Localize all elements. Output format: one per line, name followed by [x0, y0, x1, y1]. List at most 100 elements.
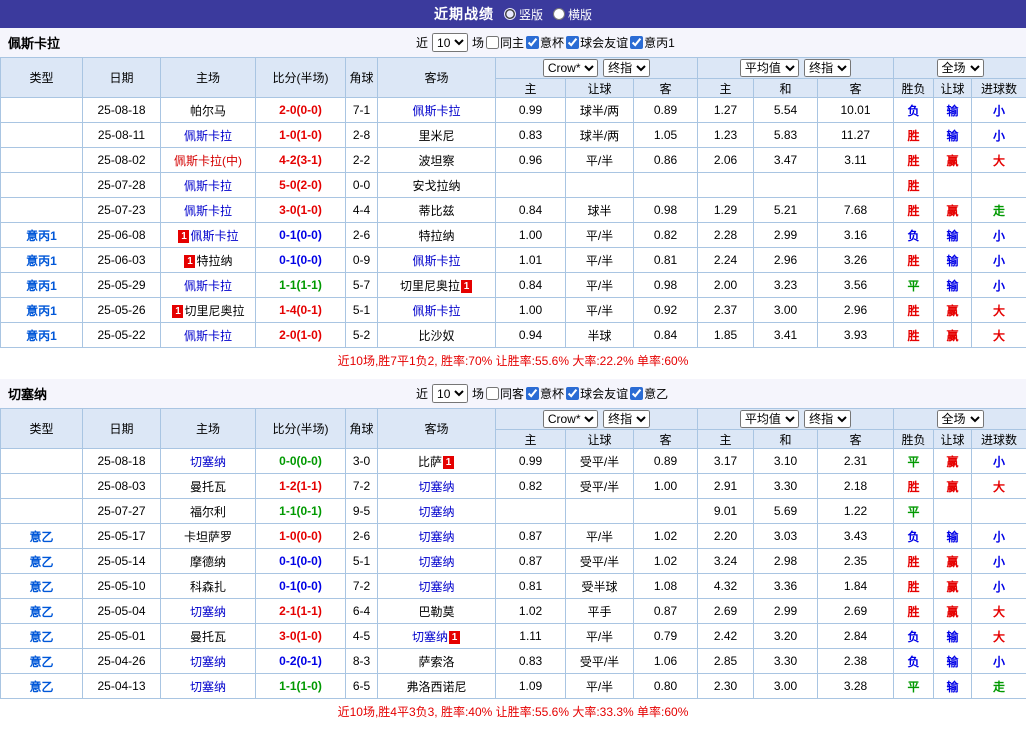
asia-odds-time-select[interactable]: 终指: [603, 59, 650, 77]
league-filter-option[interactable]: 意乙: [630, 385, 668, 402]
score-cell: 0-2(0-1): [256, 649, 346, 674]
euro-away-odds: 3.43: [818, 524, 894, 549]
section-team-name: 佩斯卡拉: [8, 33, 60, 52]
score-cell: 0-1(0-0): [256, 549, 346, 574]
euro-home-odds: 2.24: [698, 248, 754, 273]
asia-odds-source-select[interactable]: Crow*: [543, 410, 598, 428]
scope-select[interactable]: 全场: [937, 59, 984, 77]
euro-odds-time-select[interactable]: 终指: [804, 410, 851, 428]
asia-home-odds: 1.00: [496, 223, 566, 248]
team-name: 曼托瓦: [190, 480, 226, 494]
euro-odds-source-select[interactable]: 平均值: [740, 410, 799, 428]
matches-tbody: 意杯25-08-18切塞纳0-0(0-0)3-0比萨10.99受平/半0.893…: [1, 449, 1026, 699]
col-header-home: 主场: [161, 409, 256, 449]
match-row: 意乙25-04-26切塞纳0-2(0-1)8-3萨索洛0.83受平/半1.062…: [1, 649, 1026, 674]
scope-select[interactable]: 全场: [937, 410, 984, 428]
asia-home-odds: 0.84: [496, 198, 566, 223]
home-team-cell: 曼托瓦: [161, 474, 256, 499]
asia-away-odds: 0.89: [634, 449, 698, 474]
match-row: 意杯25-08-18切塞纳0-0(0-0)3-0比萨10.99受平/半0.893…: [1, 449, 1026, 474]
league-filter-option[interactable]: 意丙1: [630, 34, 675, 51]
team-name: 切塞纳: [190, 680, 226, 694]
euro-away-odds: 3.28: [818, 674, 894, 699]
same-venue-checkbox[interactable]: [486, 387, 499, 400]
filter-bar: 近 10 场 同客 意杯球会友谊意乙: [416, 379, 668, 408]
euro-home-odds: 2.00: [698, 273, 754, 298]
same-venue-filter[interactable]: 同客: [486, 385, 524, 402]
euro-home-odds: 2.69: [698, 599, 754, 624]
result-handicap: [934, 499, 972, 524]
score-cell: 0-1(0-0): [256, 574, 346, 599]
team-name: 萨索洛: [418, 655, 454, 669]
away-team-cell: 安戈拉纳: [378, 173, 496, 198]
league-filter-option[interactable]: 意杯: [526, 34, 564, 51]
euro-away-odds: 3.93: [818, 323, 894, 348]
asia-away-odds: 0.80: [634, 674, 698, 699]
layout-horizontal-option[interactable]: 横版: [553, 6, 592, 23]
result-goals: 小: [972, 223, 1026, 248]
league-filter-checkbox[interactable]: [566, 387, 579, 400]
asia-handicap-line: 球半/两: [566, 98, 634, 123]
euro-draw-odds: 3.00: [754, 674, 818, 699]
home-team-cell: 福尔利: [161, 499, 256, 524]
same-venue-filter[interactable]: 同主: [486, 34, 524, 51]
match-row: 意丙125-05-261切里尼奥拉1-4(0-1)5-1佩斯卡拉1.00平/半0…: [1, 298, 1026, 323]
result-handicap: 输: [934, 273, 972, 298]
result-goals: 小: [972, 98, 1026, 123]
corner-cell: 5-1: [346, 298, 378, 323]
league-filter-checkbox[interactable]: [630, 36, 643, 49]
league-filter-checkbox[interactable]: [526, 36, 539, 49]
result-handicap: 输: [934, 649, 972, 674]
result-goals: 小: [972, 248, 1026, 273]
scope-header: 全场: [894, 58, 1026, 79]
score-cell: 1-1(0-1): [256, 499, 346, 524]
red-card-badge: 1: [172, 305, 183, 318]
asia-odds-header: Crow* 终指: [496, 409, 698, 430]
league-filter-option[interactable]: 球会友谊: [566, 385, 628, 402]
euro-draw-odds: 3.00: [754, 298, 818, 323]
match-row: 球会友谊25-08-02佩斯卡拉(中)4-2(3-1)2-2波坦察0.96平/半…: [1, 148, 1026, 173]
team-name: 曼托瓦: [190, 630, 226, 644]
team-name: 帕尔马: [190, 104, 226, 118]
league-filter-checkbox[interactable]: [566, 36, 579, 49]
corner-cell: 5-2: [346, 323, 378, 348]
date-cell: 25-06-08: [83, 223, 161, 248]
home-team-cell: 佩斯卡拉: [161, 123, 256, 148]
league-filter-option[interactable]: 球会友谊: [566, 34, 628, 51]
league-filter-option[interactable]: 意杯: [526, 385, 564, 402]
result-handicap: 输: [934, 624, 972, 649]
euro-odds-source-select[interactable]: 平均值: [740, 59, 799, 77]
asia-odds-time-select[interactable]: 终指: [603, 410, 650, 428]
recent-count-select[interactable]: 10: [432, 33, 468, 52]
layout-radio-0[interactable]: [504, 8, 516, 20]
home-team-cell: 1特拉纳: [161, 248, 256, 273]
asia-odds-source-select[interactable]: Crow*: [543, 59, 598, 77]
date-cell: 25-04-26: [83, 649, 161, 674]
result-goals: [972, 499, 1026, 524]
same-venue-checkbox[interactable]: [486, 36, 499, 49]
euro-home-odds: 2.06: [698, 148, 754, 173]
result-outcome: 平: [894, 674, 934, 699]
home-team-cell: 佩斯卡拉: [161, 198, 256, 223]
team-name: 切塞纳: [418, 555, 454, 569]
euro-away-odds: 2.18: [818, 474, 894, 499]
result-outcome: 胜: [894, 148, 934, 173]
layout-vertical-option[interactable]: 竖版: [504, 6, 543, 23]
recent-count-select[interactable]: 10: [432, 384, 468, 403]
away-team-cell: 切塞纳1: [378, 624, 496, 649]
euro-odds-header: 平均值 终指: [698, 58, 894, 79]
euro-home-odds: 1.85: [698, 323, 754, 348]
league-cell: 意乙: [1, 624, 83, 649]
asia-home-odds: 0.94: [496, 323, 566, 348]
away-team-cell: 切塞纳: [378, 474, 496, 499]
asia-away-odds: 0.89: [634, 98, 698, 123]
asia-home-odds: 1.02: [496, 599, 566, 624]
layout-radio-1[interactable]: [553, 8, 565, 20]
league-filter-checkbox[interactable]: [526, 387, 539, 400]
euro-odds-time-select[interactable]: 终指: [804, 59, 851, 77]
league-filter-checkbox[interactable]: [630, 387, 643, 400]
asia-away-odds: 1.06: [634, 649, 698, 674]
score-cell: 2-1(1-1): [256, 599, 346, 624]
asia-home-odds: 1.09: [496, 674, 566, 699]
asia-handicap-line: 平/半: [566, 273, 634, 298]
